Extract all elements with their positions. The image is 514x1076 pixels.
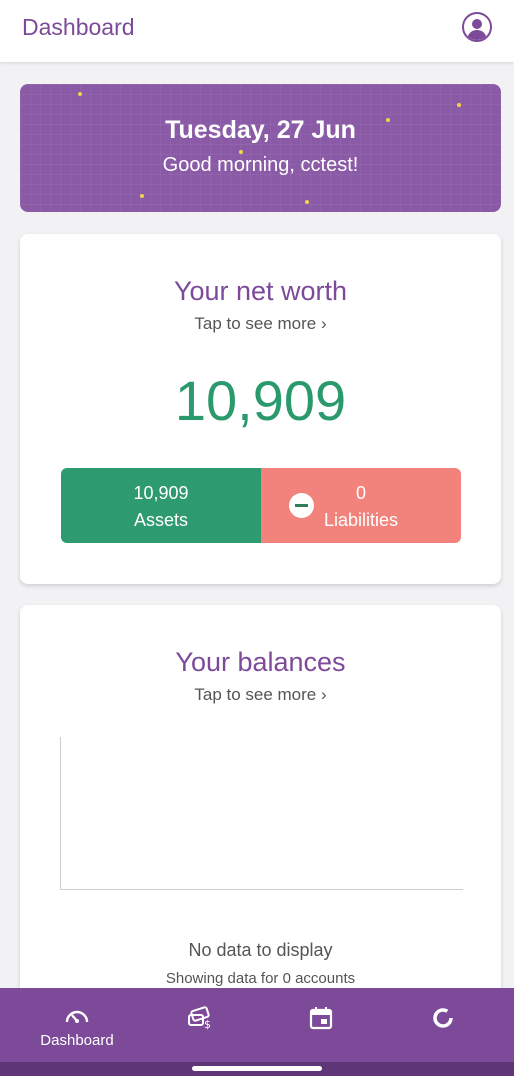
system-navigation-bar <box>0 1062 514 1076</box>
balances-title: Your balances <box>175 647 346 677</box>
net-worth-card[interactable]: Your net worth Tap to see more › 10,909 … <box>20 234 501 584</box>
nav-item-calendar[interactable] <box>257 988 385 1062</box>
confetti-dot <box>457 103 461 107</box>
assets-label: Assets <box>133 510 189 530</box>
money-icon: $ <box>188 1006 211 1030</box>
home-indicator[interactable] <box>192 1066 322 1071</box>
net-worth-see-more-link[interactable]: Tap to see more › <box>20 314 501 334</box>
profile-icon <box>467 19 487 40</box>
accounts-count-note: Showing data for 0 accounts <box>165 970 356 987</box>
no-data-message: No data to display <box>188 940 333 960</box>
svg-text:$: $ <box>204 1018 211 1030</box>
greeting-message: Good morning, cctest! <box>162 154 359 176</box>
greeting-banner: Tuesday, 27 Jun Good morning, cctest! <box>20 84 501 212</box>
assets-segment: 10,909 Assets <box>61 468 261 543</box>
confetti-dot <box>78 92 82 96</box>
nav-label-dashboard: Dashboard <box>40 1032 114 1049</box>
page-title: Dashboard <box>22 14 135 40</box>
minus-icon <box>289 493 314 518</box>
confetti-dot <box>140 194 144 198</box>
confetti-dot <box>305 200 309 204</box>
calendar-icon <box>309 1007 333 1030</box>
nav-item-transactions[interactable]: $ <box>135 988 263 1062</box>
speedometer-icon <box>65 1010 89 1023</box>
bottom-navigation: Dashboard $ <box>0 988 514 1062</box>
greeting-date: Tuesday, 27 Jun <box>165 116 356 144</box>
assets-liabilities-bar: 10,909 Assets 0 Liabilities <box>61 468 461 543</box>
profile-button[interactable] <box>462 12 492 42</box>
net-worth-value: 10,909 <box>174 369 347 432</box>
top-app-bar: Dashboard <box>0 0 514 62</box>
nav-item-reports[interactable] <box>379 988 507 1062</box>
net-worth-title: Your net worth <box>173 276 348 306</box>
donut-chart-icon <box>433 1008 453 1028</box>
balances-chart-area <box>60 737 463 890</box>
nav-item-dashboard[interactable]: Dashboard <box>13 988 141 1062</box>
assets-value: 10,909 <box>133 483 189 503</box>
balances-see-more-link[interactable]: Tap to see more › <box>20 685 501 705</box>
banner-grid-pattern <box>20 84 501 212</box>
balances-card[interactable]: Your balances Tap to see more › No data … <box>20 605 501 1025</box>
